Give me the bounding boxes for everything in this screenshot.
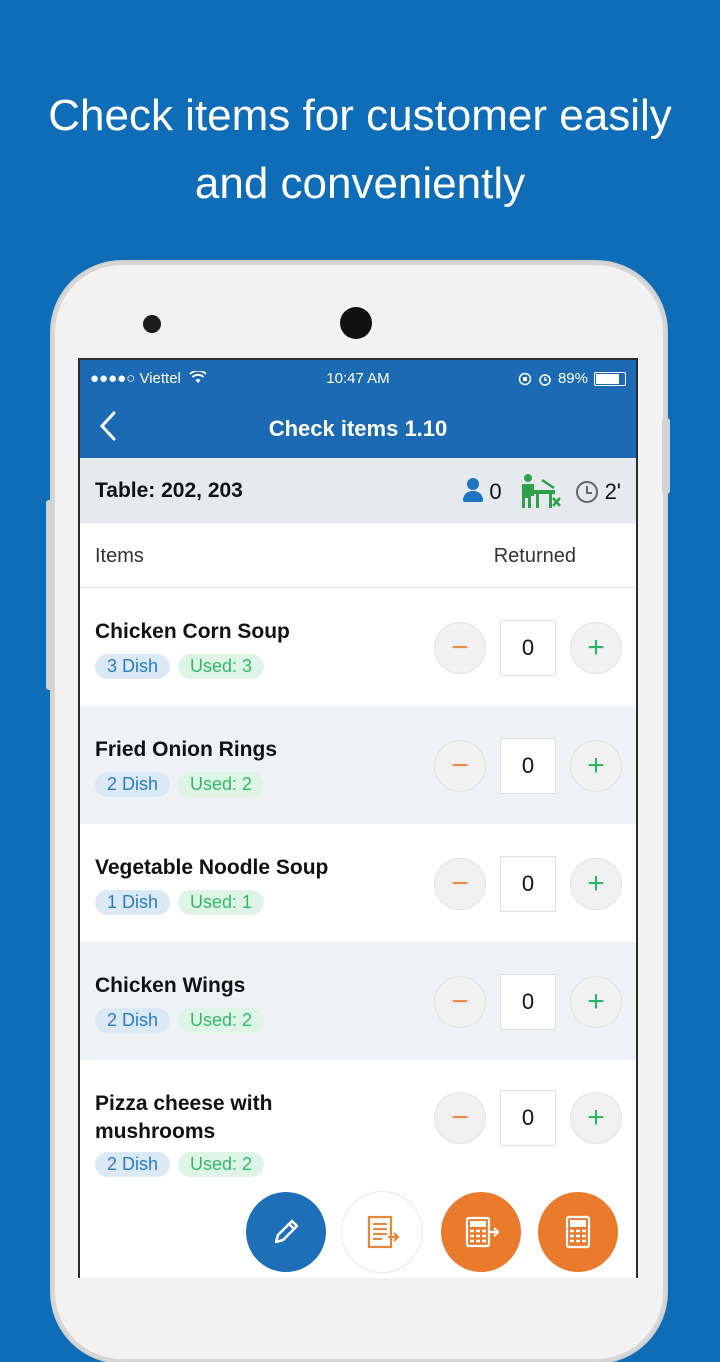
decrement-button[interactable]: − (434, 1092, 486, 1144)
phone-camera (340, 307, 372, 339)
column-items: Items (95, 545, 144, 567)
item-tags: 2 Dish Used: 2 (95, 772, 265, 797)
item-tags: 2 Dish Used: 2 (95, 1152, 265, 1177)
decrement-button[interactable]: − (434, 976, 486, 1028)
used-count-badge: Used: 1 (178, 890, 265, 915)
dish-count-badge: 2 Dish (95, 772, 171, 797)
item-row: Fried Onion Rings 2 Dish Used: 2 −0 + (80, 706, 636, 824)
action-bar (80, 1192, 636, 1278)
decrement-button[interactable]: − (434, 740, 486, 792)
quantity-stepper: −0 + (434, 1090, 622, 1146)
item-tags: 1 Dish Used: 1 (95, 890, 265, 915)
item-row: Pizza cheese with mushrooms 2 Dish Used: 2… (80, 1060, 636, 1182)
decrement-button[interactable]: − (434, 858, 486, 910)
item-row: Chicken Wings 2 Dish Used: 2 −0 + (80, 942, 636, 1060)
person-icon (463, 478, 484, 506)
dish-count-badge: 2 Dish (95, 1152, 171, 1177)
column-header: Items Returned (80, 523, 636, 588)
item-name: Chicken Wings (95, 974, 246, 997)
item-row: Chicken Corn Soup 3 Dish Used: 3 −0 + (80, 588, 636, 706)
returned-quantity-input[interactable]: 0 (500, 974, 556, 1030)
phone-side-button (46, 500, 54, 690)
increment-button[interactable]: + (570, 976, 622, 1028)
quantity-stepper: −0 + (434, 974, 622, 1030)
returned-quantity-input[interactable]: 0 (500, 620, 556, 676)
item-tags: 2 Dish Used: 2 (95, 1008, 265, 1033)
table-info-bar: Table: 202, 203 0 2' (80, 458, 636, 523)
increment-button[interactable]: + (570, 622, 622, 674)
column-returned: Returned (493, 545, 576, 567)
phone-power-button (662, 418, 670, 494)
quantity-stepper: −0 + (434, 620, 622, 676)
item-name: Fried Onion Rings (95, 738, 277, 761)
increment-button[interactable]: + (570, 740, 622, 792)
increment-button[interactable]: + (570, 858, 622, 910)
elapsed-time: 2' (604, 479, 621, 504)
page-title: Check items 1.10 (268, 416, 448, 441)
headline-line-2: and conveniently (194, 159, 526, 208)
status-right: 89% (518, 370, 626, 387)
clock-icon (575, 481, 598, 503)
table-label: Table: 202, 203 (95, 479, 243, 502)
returned-quantity-input[interactable]: 0 (500, 856, 556, 912)
quantity-stepper: −0 + (434, 738, 622, 794)
phone-sensor (143, 315, 161, 333)
item-name: Pizza cheese with mushrooms (95, 1092, 273, 1143)
table-meta: 0 2' (463, 472, 621, 512)
document-send-icon (367, 1215, 400, 1249)
app-screen: ●●●●○ Viettel 10:47 AM 89% Check items 1… (78, 358, 638, 1278)
decrement-button[interactable]: − (434, 622, 486, 674)
navigation-bar: Check items 1.10 (80, 398, 636, 458)
item-name: Vegetable Noodle Soup (95, 856, 329, 879)
calculator-icon (565, 1215, 591, 1249)
calculate-button[interactable] (538, 1192, 618, 1272)
quantity-stepper: −0 + (434, 856, 622, 912)
item-list: Chicken Corn Soup 3 Dish Used: 3−0 + Fried O… (80, 588, 636, 1182)
alarm-icon (539, 373, 551, 386)
used-count-badge: Used: 2 (178, 1152, 265, 1177)
used-count-badge: Used: 2 (178, 1008, 265, 1033)
pencil-icon (274, 1219, 299, 1244)
status-bar: ●●●●○ Viettel 10:47 AM 89% (80, 360, 636, 398)
transfer-calc-button[interactable] (441, 1192, 521, 1272)
returned-quantity-input[interactable]: 0 (500, 738, 556, 794)
edit-button[interactable] (246, 1192, 326, 1272)
headline-line-1: Check items for customer easily (48, 91, 672, 140)
dish-count-badge: 1 Dish (95, 890, 171, 915)
orientation-lock-icon (518, 372, 532, 385)
battery-icon (594, 371, 626, 386)
dining-table-icon[interactable] (518, 472, 562, 512)
calculator-send-icon (465, 1216, 500, 1248)
item-row: Vegetable Noodle Soup 1 Dish Used: 1 −0 + (80, 824, 636, 942)
guest-count: 0 (489, 479, 502, 504)
item-tags: 3 Dish Used: 3 (95, 654, 265, 679)
increment-button[interactable]: + (570, 1092, 622, 1144)
battery-percent: 89% (557, 370, 588, 387)
used-count-badge: Used: 3 (178, 654, 265, 679)
headline: Check items for customer easily and conv… (0, 82, 720, 218)
dish-count-badge: 2 Dish (95, 1008, 171, 1033)
returned-quantity-input[interactable]: 0 (500, 1090, 556, 1146)
item-name: Chicken Corn Soup (95, 620, 290, 643)
used-count-badge: Used: 2 (178, 772, 265, 797)
dish-count-badge: 3 Dish (95, 654, 171, 679)
send-bill-button[interactable] (342, 1192, 422, 1272)
